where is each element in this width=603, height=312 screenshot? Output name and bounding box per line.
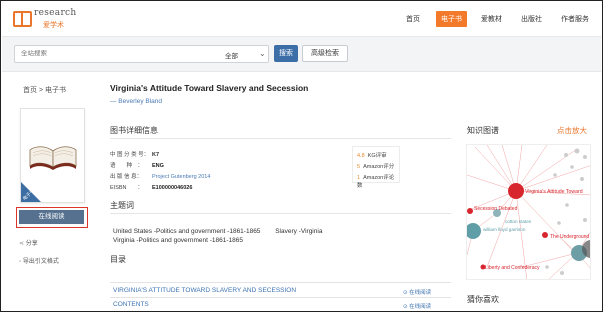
export-citation-label: 导出引文格式 [22,259,59,265]
toc-read-label: 在线阅读 [409,304,432,310]
stat-num: 1 [357,175,361,181]
info-value: E100000046026 [152,185,193,191]
info-value: K7 [152,152,160,158]
info-label: 出 版 信 息： [110,174,143,180]
logo-text-en: research [34,8,77,18]
info-label: 中 图 分 类 号： [110,152,150,158]
knowledge-graph[interactable]: Virginia's Attitude Toward Secession Deb… [466,144,591,280]
book-author[interactable]: — Beverley Bland [110,98,162,105]
info-row-language: 语 种 ： ENG [110,161,164,169]
logo-text-cn: 爱学术 [43,22,64,29]
nav-publisher[interactable]: 出版社 [521,14,542,24]
knowledge-graph-zoom-link[interactable]: 点击放大 [557,125,587,136]
publisher-link[interactable]: Project Gutenberg 2014 [152,174,210,180]
recommend-heading: 猜你喜欢 [467,295,499,304]
export-citation-link[interactable]: ▫ 导出引文格式 [19,256,59,265]
info-label: EISBN ： [110,185,144,191]
divider [110,297,451,298]
subject-line[interactable]: Virginia -Politics and government -1861-… [113,237,243,244]
stat-amazon-score: 5 Amazon评分 [357,162,394,170]
graph-node-label: Secession Debated [474,206,518,212]
graph-node-label: william lloyd garrison [483,227,526,232]
share-label: 分享 [25,241,38,247]
info-row-classification: 中 图 分 类 号： K7 [110,150,159,158]
knowledge-graph-canvas: Virginia's Attitude Toward Secession Deb… [467,145,590,279]
search-bar-area: 全部 ⌄ 搜索 高级检索 [2,36,601,72]
info-label: 语 种 ： [110,163,144,169]
graph-node-main[interactable] [508,183,524,199]
stat-amazon-reviews: 1 Amazon评论数 [357,173,399,189]
knowledge-graph-heading: 知识图谱 [467,126,499,135]
stat-label: Amazon评分 [363,164,395,170]
search-button[interactable]: 搜索 [274,45,298,62]
chevron-down-icon[interactable]: ⌄ [259,49,266,58]
nav-author-service[interactable]: 作者服务 [561,14,589,24]
toc-item[interactable]: VIRGINIA'S ATTITUDE TOWARD SLAVERY AND S… [113,287,296,294]
divider [110,138,451,139]
book-title: Virginia's Attitude Toward Slavery and S… [110,83,309,93]
graph-node-label: cotton states [505,219,532,224]
nav-ebook[interactable]: 电子书 [436,11,467,27]
nav-textbook[interactable]: 爱教材 [481,14,502,24]
subject-line[interactable]: United States -Politics and government -… [113,225,322,235]
toc-item[interactable]: CONTENTS [113,301,149,308]
toc-read-label: 在线阅读 [409,290,432,296]
search-box: 全部 ⌄ [14,45,269,63]
toc-read-link[interactable]: ⊙ 在线阅读 [403,302,431,310]
stat-label: Amazon评论数 [357,175,395,189]
details-heading: 图书详细信息 [110,126,158,135]
graph-node-label: Virginia's Attitude Toward [525,189,583,195]
read-online-highlight: 在线阅读 [16,207,88,228]
logo-book-icon [13,11,32,27]
book-cover: 电子书 [20,108,85,203]
divider [110,213,451,214]
nav-home[interactable]: 首页 [406,14,420,24]
read-icon: ⊙ [403,304,408,310]
stat-label: KG评审 [367,153,387,159]
search-scope-select[interactable]: 全部 [225,50,238,60]
site-logo[interactable]: research 爱学术 [13,8,77,32]
stat-num: 5 [357,164,361,170]
read-icon: ⊙ [403,290,408,296]
document-icon: ▫ [19,259,22,265]
rating-stats-box: 4.8 KG评审 5 Amazon评分 1 Amazon评论数 [352,146,400,189]
share-link[interactable]: ⋖ 分享 [19,238,38,247]
breadcrumb[interactable]: 首页 > 电子书 [23,85,66,95]
stat-kg-review: 4.8 KG评审 [357,151,387,159]
info-row-eisbn: EISBN ： E100000046026 [110,183,192,191]
graph-node-label: Liberty and Confederacy [485,265,540,271]
share-icon: ⋖ [19,241,25,247]
graph-node-label: The Underground [550,234,589,240]
top-navbar: research 爱学术 首页 电子书 爱教材 出版社 作者服务 [2,2,601,36]
subjects-heading: 主题词 [110,201,134,210]
divider [110,282,451,283]
info-row-publication: 出 版 信 息： Project Gutenberg 2014 [110,172,210,180]
toc-read-link[interactable]: ⊙ 在线阅读 [403,288,431,296]
stat-num: 4.8 [357,153,365,159]
advanced-search-button[interactable]: 高级检索 [302,45,348,62]
open-book-image [29,146,77,170]
info-value: ENG [152,163,164,169]
search-input[interactable] [21,50,211,57]
graph-node[interactable] [467,223,481,239]
app-frame: research 爱学术 首页 电子书 爱教材 出版社 作者服务 全部 ⌄ 搜索… [0,0,603,312]
toc-heading: 目录 [110,255,126,264]
read-online-button[interactable]: 在线阅读 [19,210,84,224]
